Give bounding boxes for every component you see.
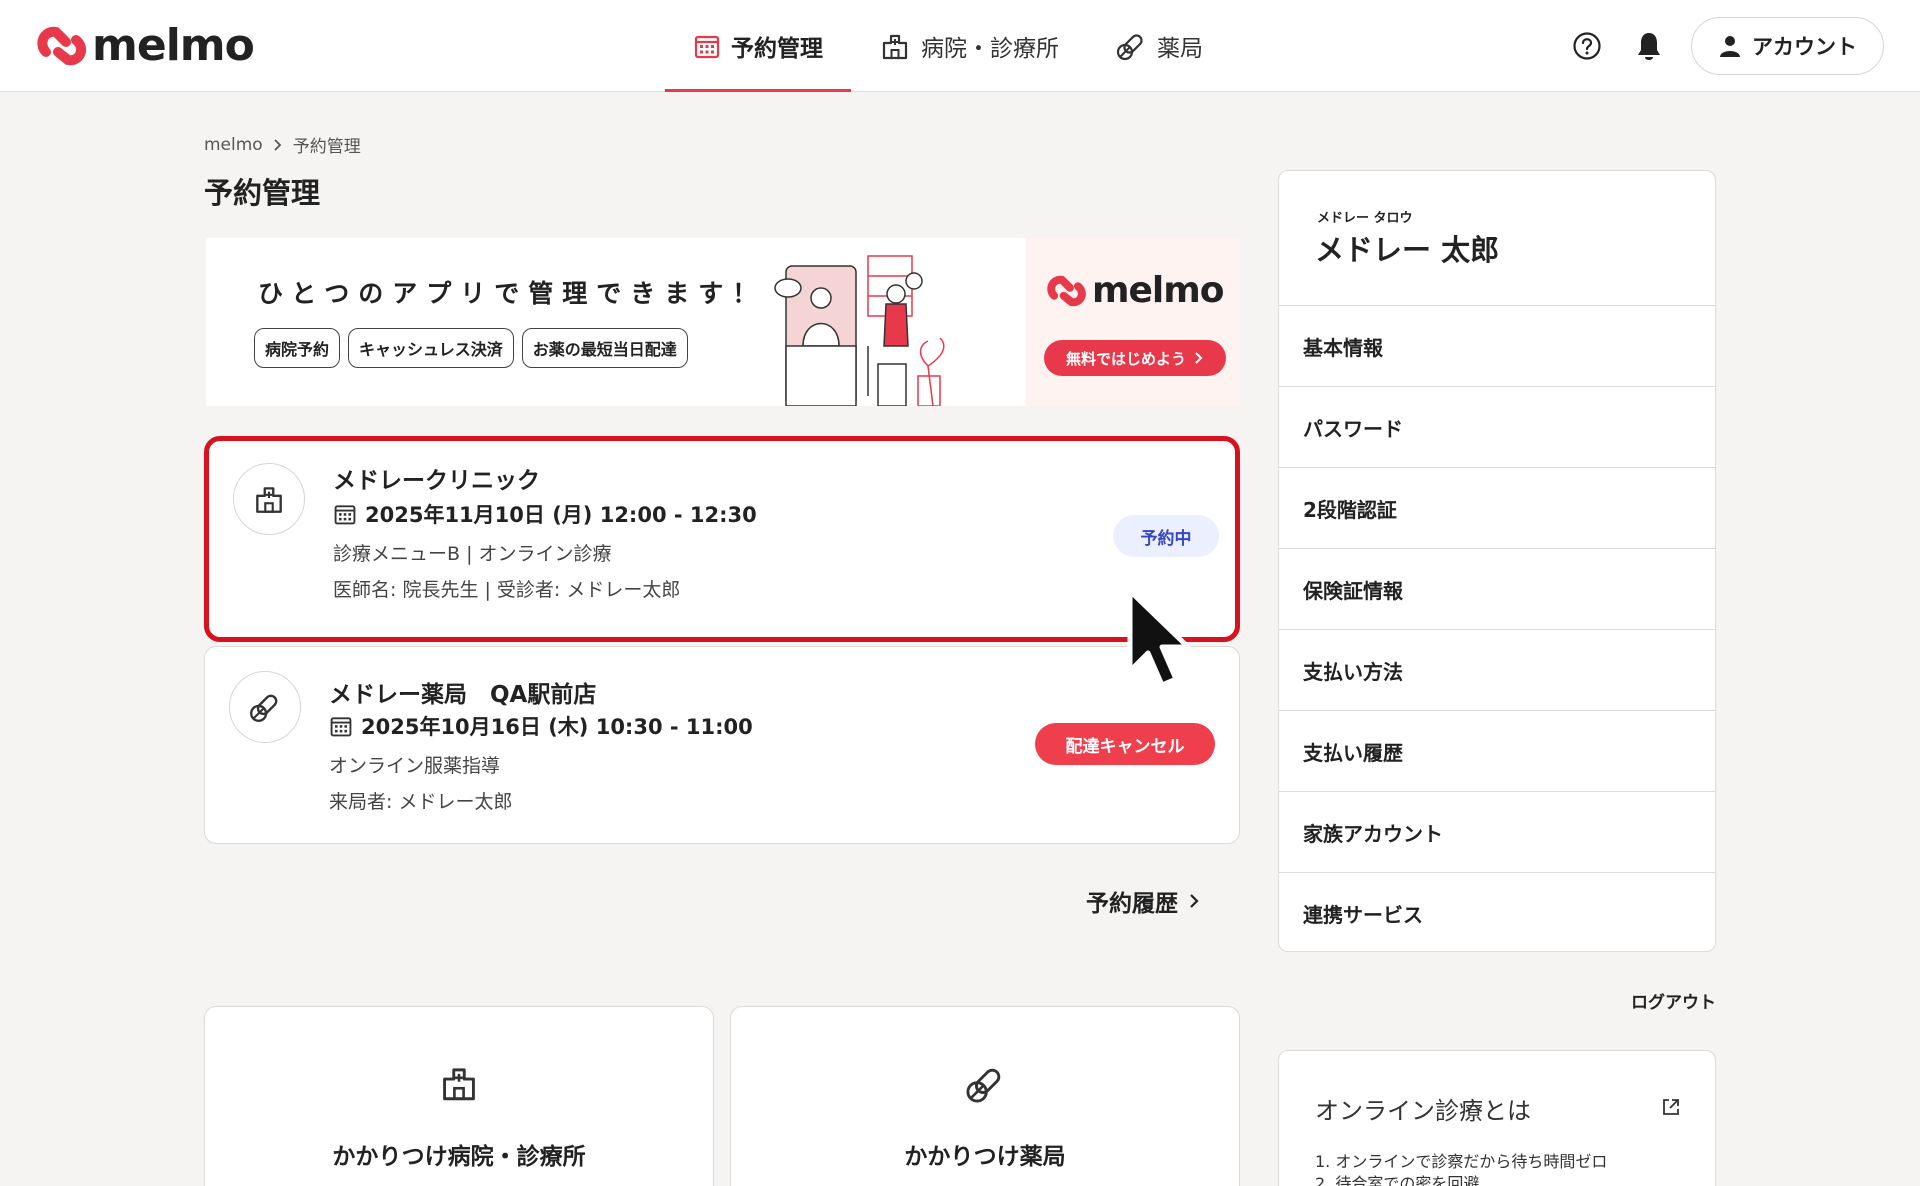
- reservation-menu: 診療メニューB | オンライン診療: [333, 543, 612, 565]
- account-button[interactable]: アカウント: [1691, 17, 1884, 75]
- menu-item-payment-history[interactable]: 支払い履歴: [1279, 710, 1715, 791]
- reservation-type-icon: [233, 463, 305, 535]
- favorite-pharmacy-label: かかりつけ薬局: [904, 1144, 1066, 1170]
- menu-item-family-account[interactable]: 家族アカウント: [1279, 791, 1715, 872]
- main-nav: 予約管理 病院・診療所 薬局: [665, 0, 1231, 92]
- profile-card: メドレー タロウ メドレー 太郎 基本情報 パスワード 2段階認証 保険証情報 …: [1278, 170, 1716, 952]
- breadcrumb-current: 予約管理: [292, 137, 361, 157]
- favorite-hospital-label: かかりつけ病院・診療所: [332, 1144, 586, 1170]
- top-header: melmo 予約管理 病院・診療所 薬局 アカウント: [0, 0, 1920, 92]
- menu-item-insurance[interactable]: 保険証情報: [1279, 548, 1715, 629]
- status-badge: 配達キャンセル: [1035, 723, 1215, 765]
- favorite-hospital-card[interactable]: かかりつけ病院・診療所: [204, 1006, 714, 1186]
- promo-banner[interactable]: ひとつのアプリで管理できます！ 病院予約 キャッシュレス決済 お薬の最短当日配達…: [206, 238, 1240, 406]
- reservation-datetime-text: 2025年10月16日 (木) 10:30 - 11:00: [361, 715, 753, 739]
- melmo-logo-icon: [1047, 275, 1086, 306]
- menu-item-basic-info[interactable]: 基本情報: [1279, 305, 1715, 386]
- reservation-facility-name: メドレークリニック: [333, 468, 540, 494]
- history-link-label: 予約履歴: [1086, 891, 1178, 917]
- chevron-right-icon: [274, 138, 281, 151]
- hospital-icon: [443, 1068, 475, 1101]
- page-title: 予約管理: [204, 176, 321, 210]
- nav-label: 薬局: [1157, 36, 1203, 62]
- banner-brand-name: melmo: [1092, 270, 1225, 311]
- reservation-menu: オンライン服薬指導: [329, 755, 501, 777]
- profile-name: メドレー 太郎: [1315, 233, 1500, 267]
- reservation-history-link[interactable]: 予約履歴: [1086, 884, 1200, 918]
- banner-brand-panel: melmo 無料ではじめよう: [1026, 238, 1240, 406]
- info-list: 1. オンラインで診察だから待ち時間ゼロ 2. 待合室での密を回避: [1315, 1151, 1607, 1186]
- logout-link[interactable]: ログアウト: [1600, 988, 1716, 1013]
- account-label: アカウント: [1752, 35, 1857, 59]
- favorite-pharmacy-card[interactable]: かかりつけ薬局: [730, 1006, 1240, 1186]
- brand-name: melmo: [92, 20, 255, 71]
- calendar-icon: [334, 505, 356, 525]
- nav-reservations[interactable]: 予約管理: [665, 0, 851, 92]
- brand-logo[interactable]: melmo: [36, 20, 255, 71]
- bell-icon: [1638, 33, 1660, 60]
- online-consultation-info-card[interactable]: オンライン診療とは 1. オンラインで診察だから待ち時間ゼロ 2. 待合室での密…: [1278, 1050, 1716, 1186]
- melmo-logo-icon: [37, 26, 86, 65]
- reservation-type-icon: [229, 671, 301, 743]
- banner-cta-label: 無料ではじめよう: [1065, 349, 1186, 368]
- reservation-people: 医師名: 院長先生 | 受診者: メドレー太郎: [333, 579, 681, 601]
- notification-button[interactable]: [1629, 26, 1669, 66]
- pill-icon: [1116, 34, 1143, 61]
- reservation-datetime: 2025年11月10日 (月) 12:00 - 12:30: [333, 499, 757, 529]
- chevron-right-icon: [1195, 352, 1203, 364]
- info-list-item: 1. オンラインで診察だから待ち時間ゼロ: [1315, 1152, 1608, 1171]
- nav-hospitals[interactable]: 病院・診療所: [851, 0, 1087, 92]
- external-link-icon: [1663, 1099, 1679, 1115]
- account-menu: 基本情報 パスワード 2段階認証 保険証情報 支払い方法 支払い履歴 家族アカウ…: [1279, 305, 1715, 951]
- nav-pharmacies[interactable]: 薬局: [1087, 0, 1231, 92]
- breadcrumb-home[interactable]: melmo: [204, 135, 263, 155]
- menu-item-two-factor[interactable]: 2段階認証: [1279, 467, 1715, 548]
- banner-tag: キャッシュレス決済: [348, 328, 514, 368]
- banner-cta-button[interactable]: 無料ではじめよう: [1044, 340, 1226, 376]
- banner-headline: ひとつのアプリで管理できます！: [258, 279, 767, 308]
- nav-label: 予約管理: [731, 36, 823, 62]
- hospital-icon: [256, 487, 282, 513]
- pill-icon: [250, 694, 278, 722]
- menu-item-payment-method[interactable]: 支払い方法: [1279, 629, 1715, 710]
- calendar-icon: [694, 35, 720, 59]
- calendar-icon: [330, 717, 352, 737]
- help-icon: [1573, 32, 1601, 60]
- chevron-right-icon: [1190, 894, 1199, 908]
- banner-tags: 病院予約 キャッシュレス決済 お薬の最短当日配達: [254, 328, 688, 368]
- banner-tag: 病院予約: [254, 328, 341, 368]
- breadcrumb: melmo 予約管理: [204, 132, 361, 158]
- user-icon: [1720, 36, 1740, 57]
- info-title: オンライン診療とは: [1315, 1097, 1531, 1125]
- header-actions: アカウント: [1567, 17, 1884, 75]
- help-button[interactable]: [1567, 26, 1607, 66]
- menu-item-linked-services[interactable]: 連携サービス: [1279, 872, 1715, 951]
- banner-illustration: [774, 255, 945, 406]
- reservation-card[interactable]: メドレークリニック 2025年11月10日 (月) 12:00 - 12:30 …: [204, 436, 1240, 642]
- hospital-icon: [882, 34, 908, 60]
- status-badge: 予約中: [1113, 515, 1219, 557]
- nav-label: 病院・診療所: [921, 36, 1059, 62]
- banner-logo: melmo: [1046, 270, 1225, 311]
- profile-name-kana: メドレー タロウ: [1317, 211, 1413, 226]
- reservation-datetime: 2025年10月16日 (木) 10:30 - 11:00: [329, 711, 753, 741]
- reservation-facility-name: メドレー薬局 QA駅前店: [329, 682, 597, 708]
- info-list-item: 2. 待合室での密を回避: [1315, 1174, 1480, 1186]
- reservation-people: 来局者: メドレー太郎: [329, 791, 513, 813]
- reservation-datetime-text: 2025年11月10日 (月) 12:00 - 12:30: [365, 503, 757, 527]
- banner-tag: お薬の最短当日配達: [521, 328, 688, 368]
- menu-item-password[interactable]: パスワード: [1279, 386, 1715, 467]
- mouse-cursor-icon: [1127, 588, 1191, 688]
- pill-icon: [966, 1068, 1001, 1103]
- reservation-card[interactable]: メドレー薬局 QA駅前店 2025年10月16日 (木) 10:30 - 11:…: [204, 646, 1240, 844]
